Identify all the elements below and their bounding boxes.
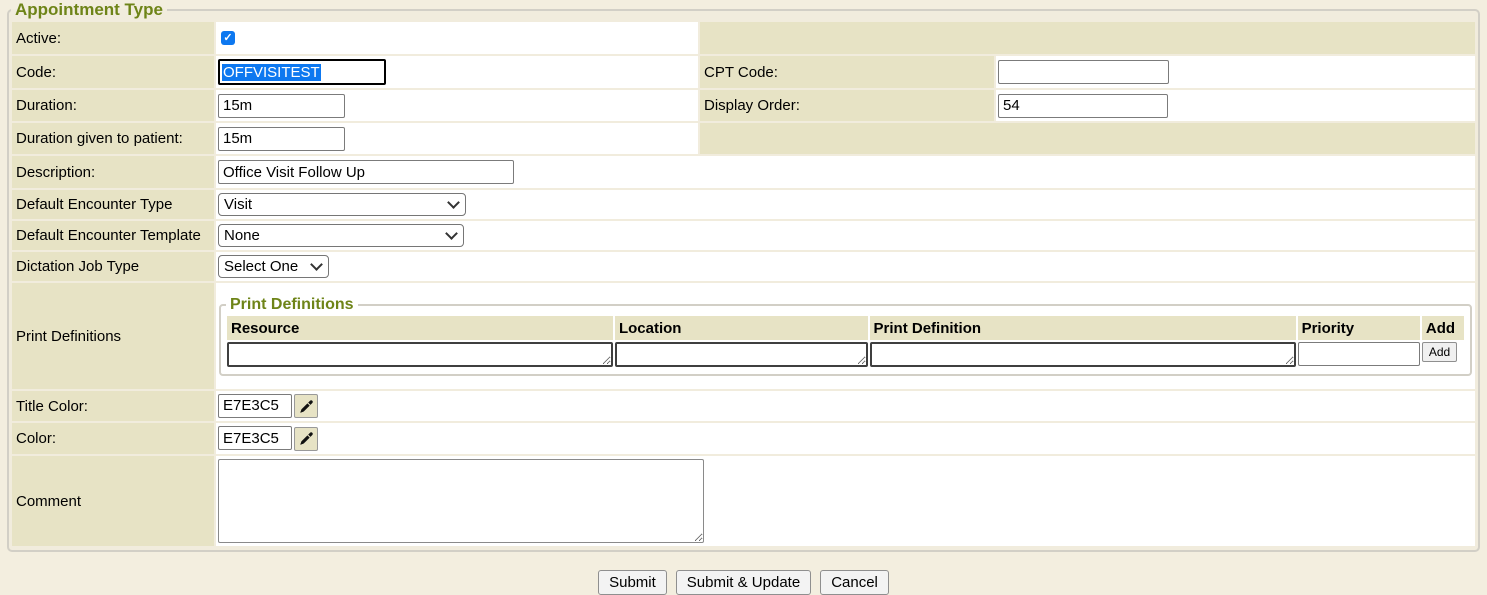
title-color-picker-button[interactable] <box>294 394 318 418</box>
active-label: Active: <box>12 22 214 54</box>
duration-patient-row-filler <box>700 123 1475 154</box>
print-definitions-fieldset: Print Definitions Resource Location Prin… <box>219 296 1472 376</box>
row-code: Code: OFFVISITEST CPT Code: <box>12 56 1475 88</box>
active-row-filler <box>700 22 1475 54</box>
color-cell <box>216 423 1475 454</box>
duration-patient-input[interactable] <box>218 127 345 151</box>
add-cell: Add <box>1422 342 1464 367</box>
chevron-down-icon <box>310 258 323 271</box>
description-cell <box>216 156 1475 188</box>
submit-update-button[interactable]: Submit & Update <box>676 570 811 595</box>
row-active: Active: ✓ <box>12 22 1475 54</box>
location-cell <box>615 342 868 367</box>
priority-cell <box>1298 342 1420 367</box>
encounter-type-cell: Visit <box>216 190 1475 219</box>
row-encounter-template: Default Encounter Template None <box>12 221 1475 250</box>
duration-patient-cell <box>216 123 698 154</box>
cancel-button[interactable]: Cancel <box>820 570 889 595</box>
print-definition-input[interactable] <box>870 342 1296 367</box>
code-cell: OFFVISITEST <box>216 56 698 88</box>
color-label: Color: <box>12 423 214 454</box>
color-picker-button[interactable] <box>294 427 318 451</box>
duration-cell <box>216 90 698 121</box>
cpt-code-input[interactable] <box>998 60 1169 84</box>
row-print-definitions: Print Definitions Print Definitions Reso… <box>12 283 1475 389</box>
dictation-selected-value: Select One <box>224 258 298 275</box>
print-definitions-cell: Print Definitions Resource Location Prin… <box>216 283 1475 389</box>
row-encounter-type: Default Encounter Type Visit <box>12 190 1475 219</box>
priority-input[interactable] <box>1298 342 1420 366</box>
code-selected-text: OFFVISITEST <box>222 64 321 81</box>
display-order-cell <box>996 90 1475 121</box>
title-color-label: Title Color: <box>12 391 214 421</box>
resource-input[interactable] <box>227 342 613 367</box>
encounter-template-select[interactable]: None <box>218 224 464 247</box>
comment-cell <box>216 456 1475 546</box>
checkmark-icon: ✓ <box>223 33 232 44</box>
resource-cell <box>227 342 613 367</box>
priority-column-header: Priority <box>1298 316 1420 340</box>
row-dictation: Dictation Job Type Select One <box>12 252 1475 281</box>
duration-label: Duration: <box>12 90 214 121</box>
location-input[interactable] <box>615 342 868 367</box>
code-input[interactable]: OFFVISITEST <box>218 59 386 85</box>
print-definitions-label: Print Definitions <box>12 283 214 389</box>
row-description: Description: <box>12 156 1475 188</box>
duration-input[interactable] <box>218 94 345 118</box>
display-order-label: Display Order: <box>700 90 994 121</box>
encounter-type-label: Default Encounter Type <box>12 190 214 219</box>
eyedropper-icon <box>299 399 314 414</box>
print-definition-column-header: Print Definition <box>870 316 1296 340</box>
row-duration: Duration: Display Order: <box>12 90 1475 121</box>
row-duration-patient: Duration given to patient: <box>12 123 1475 154</box>
encounter-type-select[interactable]: Visit <box>218 193 466 216</box>
color-input[interactable] <box>218 426 292 450</box>
encounter-template-label: Default Encounter Template <box>12 221 214 250</box>
add-button[interactable]: Add <box>1422 342 1457 362</box>
print-definition-cell <box>870 342 1296 367</box>
title-color-input[interactable] <box>218 394 292 418</box>
appointment-type-fieldset: Appointment Type Active: ✓ Code: OFFVISI… <box>7 0 1480 552</box>
print-definitions-input-row: Add <box>227 342 1464 367</box>
print-definitions-header-row: Resource Location Print Definition Prior… <box>227 316 1464 340</box>
dictation-cell: Select One <box>216 252 1475 281</box>
comment-label: Comment <box>12 456 214 546</box>
cpt-code-cell <box>996 56 1475 88</box>
form-buttons-bar: Submit Submit & Update Cancel <box>0 570 1487 595</box>
appointment-type-legend: Appointment Type <box>11 0 167 20</box>
cpt-code-label: CPT Code: <box>700 56 994 88</box>
chevron-down-icon <box>447 196 460 209</box>
add-column-header: Add <box>1422 316 1464 340</box>
active-cell: ✓ <box>216 22 698 54</box>
row-comment: Comment <box>12 456 1475 546</box>
row-title-color: Title Color: <box>12 391 1475 421</box>
appointment-form-table: Active: ✓ Code: OFFVISITEST CPT Code: <box>10 20 1477 548</box>
submit-button[interactable]: Submit <box>598 570 667 595</box>
display-order-input[interactable] <box>998 94 1168 118</box>
encounter-type-selected-value: Visit <box>224 196 252 213</box>
description-input[interactable] <box>218 160 514 184</box>
title-color-cell <box>216 391 1475 421</box>
dictation-label: Dictation Job Type <box>12 252 214 281</box>
encounter-template-cell: None <box>216 221 1475 250</box>
print-definitions-table: Resource Location Print Definition Prior… <box>225 314 1466 369</box>
eyedropper-icon <box>299 431 314 446</box>
active-checkbox[interactable]: ✓ <box>221 31 235 45</box>
code-label: Code: <box>12 56 214 88</box>
chevron-down-icon <box>445 227 458 240</box>
description-label: Description: <box>12 156 214 188</box>
print-definitions-legend: Print Definitions <box>226 296 358 314</box>
dictation-job-type-select[interactable]: Select One <box>218 255 329 278</box>
duration-patient-label: Duration given to patient: <box>12 123 214 154</box>
row-color: Color: <box>12 423 1475 454</box>
location-column-header: Location <box>615 316 868 340</box>
comment-textarea[interactable] <box>218 459 704 543</box>
encounter-template-selected-value: None <box>224 227 260 244</box>
resource-column-header: Resource <box>227 316 613 340</box>
